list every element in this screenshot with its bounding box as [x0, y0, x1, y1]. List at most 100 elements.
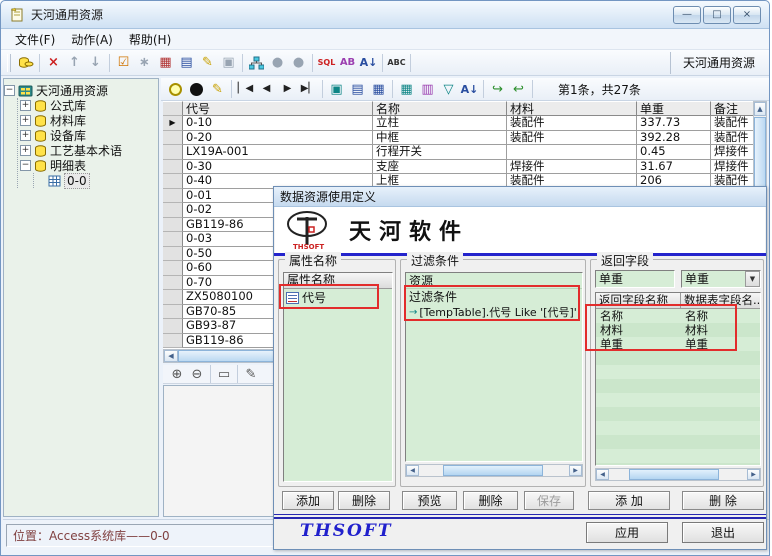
- expander-icon[interactable]: +: [20, 130, 31, 141]
- return-field-row[interactable]: 名称名称: [596, 309, 760, 323]
- return-fields-table[interactable]: 返回字段名称 数据表字段名... 名称名称材料材料单重单重: [595, 292, 761, 466]
- return-field-cell[interactable]: [681, 393, 761, 407]
- database-connect-icon[interactable]: [15, 53, 36, 73]
- circle-outline-icon[interactable]: [165, 79, 186, 99]
- new-table-icon[interactable]: ▦: [155, 53, 176, 73]
- return-field-cell[interactable]: 材料: [596, 323, 681, 337]
- return-field-row[interactable]: [596, 365, 760, 379]
- expander-icon[interactable]: +: [20, 115, 31, 126]
- expander-icon[interactable]: −: [4, 85, 15, 96]
- filter-horizontal-scrollbar[interactable]: ◀ ▶: [405, 464, 583, 477]
- grid-cell[interactable]: 中框: [373, 131, 507, 146]
- scroll-thumb[interactable]: [629, 469, 719, 480]
- return-field-cell[interactable]: [681, 379, 761, 393]
- column-header-code[interactable]: 代号: [183, 101, 373, 116]
- find-replace-icon[interactable]: AB: [337, 53, 358, 73]
- return-horizontal-scrollbar[interactable]: ◀ ▶: [595, 468, 761, 481]
- hierarchy-icon[interactable]: [246, 53, 267, 73]
- grid-cell[interactable]: 337.73: [637, 116, 711, 131]
- column-header-material[interactable]: 材料: [507, 101, 637, 116]
- return-field-row[interactable]: [596, 421, 760, 435]
- grid-cell[interactable]: 行程开关: [373, 145, 507, 160]
- return-field-cell[interactable]: [681, 463, 761, 466]
- return-add-button[interactable]: 添 加: [588, 491, 670, 510]
- tree-item-root[interactable]: − 天河通用资源: [4, 83, 158, 98]
- menu-file[interactable]: 文件(F): [7, 29, 63, 50]
- report-preview-icon[interactable]: ▥: [417, 79, 438, 99]
- table-row[interactable]: 0-20中框装配件392.28装配件: [163, 131, 767, 146]
- return-field-row[interactable]: [596, 351, 760, 365]
- brush-icon[interactable]: ✎: [197, 53, 218, 73]
- tree-item-0-0[interactable]: 0-0: [36, 173, 158, 188]
- first-record-icon[interactable]: ▏◀: [235, 79, 256, 99]
- return-field-cell[interactable]: [596, 463, 681, 466]
- return-delete-button[interactable]: 删 除: [682, 491, 764, 510]
- return-field-cell[interactable]: [681, 365, 761, 379]
- grid-cell[interactable]: 0-10: [183, 116, 373, 131]
- return-field-row[interactable]: 单重单重: [596, 337, 760, 351]
- menu-action[interactable]: 动作(A): [63, 29, 121, 50]
- grid-cell[interactable]: 焊接件: [507, 160, 637, 175]
- next-record-icon[interactable]: ▶: [277, 79, 298, 99]
- tree-item-process-terms[interactable]: + 工艺基本术语: [20, 143, 158, 158]
- column-header-unitweight[interactable]: 单重: [637, 101, 711, 116]
- grid-cell[interactable]: LX19A-001: [183, 145, 373, 160]
- checklist-icon[interactable]: ☑: [113, 53, 134, 73]
- grid-cell[interactable]: 0-20: [183, 131, 373, 146]
- grid-cell[interactable]: 装配件: [507, 131, 637, 146]
- grid-cell[interactable]: 焊接件: [711, 145, 753, 160]
- return-field-cell[interactable]: [596, 435, 681, 449]
- grid-cell[interactable]: 焊接件: [711, 160, 753, 175]
- scroll-up-button[interactable]: ▲: [754, 102, 766, 116]
- sort-az-icon[interactable]: A↓: [358, 53, 379, 73]
- scroll-left-button[interactable]: ◀: [406, 465, 419, 476]
- return-field-cell[interactable]: [681, 407, 761, 421]
- properties-icon[interactable]: ▤: [176, 53, 197, 73]
- return-field-cell[interactable]: [681, 435, 761, 449]
- return-col-dbfield[interactable]: 数据表字段名...: [681, 293, 761, 309]
- export-row-icon[interactable]: ↩: [508, 79, 529, 99]
- attr-list-header[interactable]: 属性名称: [284, 273, 392, 289]
- grid-cell[interactable]: 0-30: [183, 160, 373, 175]
- filter-funnel-icon[interactable]: ▽: [438, 79, 459, 99]
- exit-button[interactable]: 退出: [682, 522, 764, 543]
- minimize-button[interactable]: —: [673, 6, 701, 24]
- return-field-cell[interactable]: 单重: [681, 337, 761, 351]
- return-field-cell[interactable]: [596, 421, 681, 435]
- return-field-row[interactable]: [596, 393, 760, 407]
- return-field-row[interactable]: [596, 407, 760, 421]
- return-field-combobox[interactable]: 单重 ▼: [681, 270, 761, 288]
- scroll-thumb[interactable]: [443, 465, 543, 476]
- return-field-cell[interactable]: [596, 365, 681, 379]
- filter-preview-button[interactable]: 预览: [402, 491, 457, 510]
- close-button[interactable]: ×: [733, 6, 761, 24]
- table-row[interactable]: 0-30支座焊接件31.67焊接件: [163, 160, 767, 175]
- move-up-icon[interactable]: ↑: [64, 53, 85, 73]
- last-record-icon[interactable]: ▶▏: [298, 79, 319, 99]
- return-field-cell[interactable]: 名称: [681, 309, 761, 323]
- prev-record-icon[interactable]: ◀: [256, 79, 277, 99]
- monitor-icon[interactable]: ▣: [326, 79, 347, 99]
- return-field-row[interactable]: 材料材料: [596, 323, 760, 337]
- filter-list[interactable]: 资源 过滤条件 → [TempTable].代号 Like '[代号]': [405, 272, 583, 462]
- scroll-left-button[interactable]: ◀: [164, 350, 178, 362]
- scroll-thumb[interactable]: [754, 117, 766, 187]
- return-field-cell[interactable]: [681, 351, 761, 365]
- delete-icon[interactable]: ×: [43, 53, 64, 73]
- grid-cell[interactable]: 392.28: [637, 131, 711, 146]
- expander-icon[interactable]: +: [20, 100, 31, 111]
- return-field-cell[interactable]: [596, 407, 681, 421]
- expander-icon[interactable]: −: [20, 160, 31, 171]
- return-field-cell[interactable]: 单重: [596, 337, 681, 351]
- attr-delete-button[interactable]: 删除: [338, 491, 390, 510]
- tree-item-detail-list[interactable]: − 明细表: [20, 158, 158, 173]
- sql-icon[interactable]: SQL: [316, 53, 337, 73]
- return-field-row[interactable]: [596, 463, 760, 466]
- table-row[interactable]: ▶0-10立柱装配件337.73装配件: [163, 116, 767, 131]
- calendar-icon[interactable]: ▦: [368, 79, 389, 99]
- grid-cell[interactable]: 立柱: [373, 116, 507, 131]
- rect-select-icon[interactable]: ▭: [214, 366, 234, 383]
- chevron-down-icon[interactable]: ▼: [745, 271, 760, 287]
- edit-record-icon[interactable]: ✎: [207, 79, 228, 99]
- table-view-icon[interactable]: ▦: [396, 79, 417, 99]
